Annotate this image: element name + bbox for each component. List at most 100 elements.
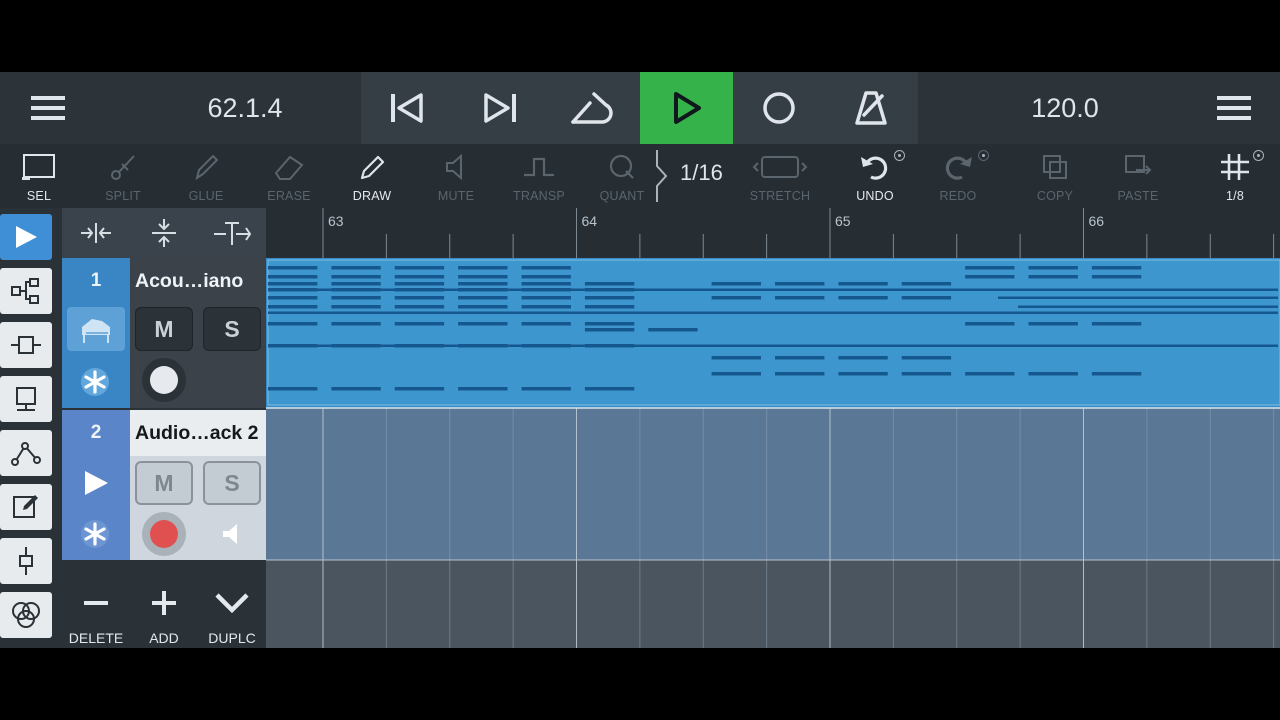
midi-note <box>394 296 445 300</box>
quantize-chevron-icon[interactable] <box>652 150 672 202</box>
play-icon <box>673 92 701 124</box>
edit-note-icon <box>13 495 38 518</box>
track-2-solo-button[interactable]: S <box>203 461 261 505</box>
empty-lane[interactable] <box>266 560 1280 648</box>
midi-note <box>521 282 571 286</box>
track-2-fx-icon[interactable] <box>72 514 118 554</box>
automation-view-button[interactable] <box>0 430 52 476</box>
track-1-record-arm-button[interactable] <box>142 358 186 402</box>
track-2-record-arm-button[interactable] <box>142 512 186 556</box>
midi-note <box>521 387 571 391</box>
play-button[interactable] <box>640 72 733 144</box>
midi-region[interactable] <box>267 259 1280 406</box>
track-2-name[interactable]: Audio…ack 2 <box>130 410 266 456</box>
loop-icon[interactable] <box>564 72 622 144</box>
routing-view-button[interactable] <box>0 268 52 314</box>
minus-icon <box>62 588 130 618</box>
arrange-canvas[interactable]: 63 64 65 66 <box>266 208 1280 648</box>
redo-options-icon[interactable] <box>978 150 989 161</box>
track-2[interactable]: 2 Audio…ack 2 M S <box>62 410 266 560</box>
midi-note <box>1091 266 1142 270</box>
midi-note <box>711 372 761 376</box>
draw-tool[interactable]: DRAW <box>330 144 414 208</box>
track-1[interactable]: 1 Acou…iano M S <box>62 258 266 408</box>
midi-note <box>901 356 952 360</box>
play-arrow-icon <box>85 471 108 495</box>
duplicate-track-button[interactable]: DUPLC <box>198 562 266 648</box>
track-1-name[interactable]: Acou…iano <box>130 258 266 304</box>
glue-tool[interactable]: GLUE <box>164 144 248 208</box>
inspector-icon <box>11 336 41 354</box>
track-1-solo-button[interactable]: S <box>203 307 261 351</box>
midi-note <box>1028 266 1078 270</box>
glue-label: GLUE <box>188 189 224 203</box>
main-menu-icon[interactable] <box>22 72 74 144</box>
erase-tool[interactable]: ERASE <box>247 144 331 208</box>
notepad-view-button[interactable] <box>0 484 52 530</box>
split-tool[interactable]: SPLIT <box>81 144 165 208</box>
record-icon[interactable] <box>750 72 808 144</box>
grid-options-icon[interactable] <box>1253 150 1264 161</box>
effects-view-button[interactable] <box>0 592 52 638</box>
track-1-fx-icon[interactable] <box>72 362 118 402</box>
transpose-tool[interactable]: TRANSP <box>497 144 581 208</box>
glue-icon <box>164 150 248 184</box>
monitor-button[interactable] <box>67 461 125 505</box>
scissors-icon <box>81 150 165 184</box>
ruler-bar-number: 65 <box>835 213 851 229</box>
undo-options-icon[interactable] <box>894 150 905 161</box>
track-1-mute-button[interactable]: M <box>135 307 193 351</box>
stretch-tool[interactable]: STRETCH <box>738 144 822 208</box>
arrange-view[interactable]: 63 64 65 66 <box>266 208 1280 648</box>
midi-note <box>521 305 571 309</box>
midi-note <box>838 296 888 300</box>
undo-label: UNDO <box>856 189 894 203</box>
grid-label: 1/8 <box>1226 189 1244 203</box>
horizontal-zoom-icon[interactable] <box>62 208 130 258</box>
copy-label: COPY <box>1036 189 1074 203</box>
automation-icon <box>11 442 41 466</box>
midi-note <box>901 282 952 286</box>
record-arm-off-icon <box>150 366 178 394</box>
fit-tracks-icon[interactable] <box>198 208 266 258</box>
sustained-note <box>998 296 1278 299</box>
track-size-tools <box>62 208 266 258</box>
draw-label: DRAW <box>352 189 392 203</box>
ruler-bar-number: 66 <box>1089 213 1105 229</box>
quantize-value[interactable]: 1/16 <box>680 160 740 186</box>
mixer-view-button[interactable] <box>0 538 52 584</box>
add-track-button[interactable]: ADD <box>130 562 198 648</box>
skip-forward-icon[interactable] <box>471 72 529 144</box>
delete-track-button[interactable]: DELETE <box>62 562 130 648</box>
select-rectangle-icon <box>0 150 81 184</box>
mute-tool[interactable]: MUTE <box>414 144 498 208</box>
song-position[interactable]: 62.1.4 <box>170 72 320 144</box>
midi-note <box>268 305 318 309</box>
instrument-button[interactable] <box>67 307 125 351</box>
track-2-mute-button[interactable]: M <box>135 461 193 505</box>
vertical-zoom-icon[interactable] <box>130 208 198 258</box>
arrange-view-button[interactable] <box>0 214 52 260</box>
editor-view-button[interactable] <box>0 376 52 422</box>
midi-note <box>584 282 635 286</box>
fader-icon <box>19 547 33 575</box>
track-2-monitor-speaker-icon[interactable] <box>208 514 256 554</box>
midi-note <box>1091 322 1142 326</box>
inspector-view-button[interactable] <box>0 322 52 368</box>
metronome-icon[interactable] <box>842 72 900 144</box>
rewind-icon[interactable] <box>378 72 436 144</box>
tempo-display[interactable]: 120.0 <box>990 72 1140 144</box>
copy-button[interactable]: COPY <box>1013 144 1097 208</box>
midi-note <box>458 296 508 300</box>
midi-note <box>394 322 445 326</box>
timeline-ruler[interactable] <box>266 208 1280 258</box>
select-tool[interactable]: SEL <box>0 144 81 208</box>
paste-button[interactable]: PASTE <box>1096 144 1180 208</box>
grid-button[interactable]: 1/8 <box>1193 144 1277 208</box>
chevron-down-icon <box>198 588 266 618</box>
midi-note <box>711 296 761 300</box>
midi-note <box>775 372 825 376</box>
midi-note <box>711 356 761 360</box>
settings-menu-icon[interactable] <box>1208 72 1260 144</box>
track-2-lane[interactable] <box>266 408 1280 560</box>
